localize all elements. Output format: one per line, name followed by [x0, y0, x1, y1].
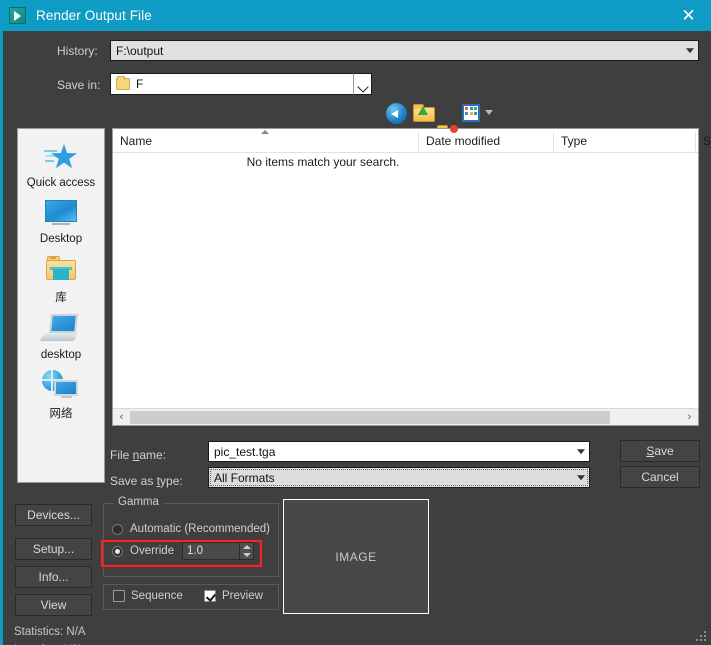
file-list[interactable]: Name Date modified Type S No items match… — [112, 128, 699, 426]
checkbox-icon-checked — [204, 590, 216, 602]
sidebar-item-desktop-computer[interactable]: desktop — [17, 311, 105, 361]
chevron-down-icon — [577, 449, 585, 454]
column-header-type[interactable]: Type — [554, 129, 695, 153]
gamma-override-stepper[interactable]: 1.0 — [182, 542, 254, 560]
history-row: History: F:\output — [0, 40, 711, 62]
cancel-button[interactable]: Cancel — [620, 466, 700, 488]
save-in-combobox[interactable]: F — [110, 73, 372, 95]
radio-icon-selected — [112, 546, 123, 557]
column-header-size[interactable]: S — [696, 129, 711, 153]
file-name-combobox[interactable]: pic_test.tga — [208, 441, 590, 462]
chevron-down-icon — [577, 475, 585, 480]
window-title: Render Output File — [36, 8, 152, 23]
image-preview-box[interactable]: IMAGE — [283, 499, 429, 614]
stepper-up-icon — [243, 545, 251, 549]
preview-label: Preview — [222, 590, 263, 602]
save-as-type-value: All Formats — [209, 471, 275, 485]
statistics-status: Statistics: N/A — [14, 626, 86, 638]
sidebar-item-desktop[interactable]: Desktop — [17, 195, 105, 245]
history-label: History: — [57, 44, 98, 58]
save-in-dropdown-button[interactable] — [353, 73, 372, 95]
sidebar-item-label: desktop — [17, 349, 105, 361]
desktop-monitor-icon — [17, 195, 105, 231]
history-value: F:\output — [111, 44, 163, 58]
sidebar-item-label: 库 — [17, 289, 105, 305]
resize-grip[interactable] — [696, 631, 708, 643]
info-button[interactable]: Info... — [15, 566, 92, 588]
gamma-override-radio[interactable]: Override — [112, 545, 174, 557]
devices-button[interactable]: Devices... — [15, 504, 92, 526]
scrollbar-thumb[interactable] — [130, 411, 610, 424]
network-globe-icon — [17, 367, 105, 403]
views-icon[interactable] — [462, 104, 480, 122]
radio-icon — [112, 524, 123, 535]
scroll-right-icon[interactable]: › — [681, 409, 698, 425]
close-icon[interactable]: ✕ — [666, 0, 711, 31]
file-list-horizontal-scrollbar[interactable]: ‹ › — [113, 408, 698, 425]
history-combobox[interactable]: F:\output — [110, 40, 699, 61]
file-name-value: pic_test.tga — [209, 445, 275, 459]
file-list-empty-message: No items match your search. — [113, 155, 533, 169]
gamma-group-box: Gamma Automatic (Recommended) Override 1… — [103, 503, 279, 577]
file-name-label: File name: — [110, 448, 166, 462]
scroll-left-icon[interactable]: ‹ — [113, 409, 130, 425]
app-icon — [9, 7, 26, 24]
dialog-body: History: F:\output Save in: F Quick ac — [0, 31, 711, 645]
gamma-group-label: Gamma — [114, 496, 163, 508]
back-icon[interactable] — [386, 103, 407, 124]
sort-ascending-icon — [261, 130, 269, 134]
save-as-type-combobox[interactable]: All Formats — [208, 467, 590, 488]
library-folder-icon — [17, 251, 105, 287]
image-preview-label: IMAGE — [335, 550, 376, 564]
stepper-buttons[interactable] — [239, 543, 253, 559]
up-one-level-icon[interactable] — [413, 103, 434, 124]
gamma-override-value: 1.0 — [183, 545, 203, 557]
gamma-automatic-radio[interactable]: Automatic (Recommended) — [112, 523, 270, 535]
laptop-icon — [17, 311, 105, 347]
save-in-label: Save in: — [57, 78, 100, 92]
gamma-override-label: Override — [130, 545, 174, 557]
folder-icon — [116, 78, 130, 90]
column-header-date-modified[interactable]: Date modified — [419, 129, 553, 153]
save-in-value: F — [136, 77, 143, 91]
sidebar-item-label: Quick access — [17, 177, 105, 189]
file-list-header: Name Date modified Type S — [113, 129, 698, 153]
save-in-row: Save in: F — [0, 73, 711, 97]
sidebar-item-network[interactable]: 网络 — [17, 367, 105, 421]
checkbox-icon — [113, 590, 125, 602]
view-button[interactable]: View — [15, 594, 92, 616]
save-button[interactable]: Save — [620, 440, 700, 462]
sequence-label: Sequence — [131, 590, 183, 602]
sidebar-item-library[interactable]: 库 — [17, 251, 105, 305]
sequence-checkbox[interactable]: Sequence — [113, 590, 183, 602]
stepper-down-icon — [243, 553, 251, 557]
window-left-accent-edge — [0, 31, 3, 645]
views-chevron-down-icon[interactable] — [485, 110, 493, 115]
quick-access-star-icon — [17, 139, 105, 175]
gamma-automatic-label: Automatic (Recommended) — [130, 523, 270, 535]
sidebar-item-label: 网络 — [17, 405, 105, 421]
chevron-down-icon — [686, 48, 694, 53]
setup-button[interactable]: Setup... — [15, 538, 92, 560]
save-as-type-label: Save as type: — [110, 474, 183, 488]
sidebar-item-quick-access[interactable]: Quick access — [17, 139, 105, 189]
title-bar: Render Output File ✕ — [0, 0, 711, 31]
options-group-box: Sequence Preview — [103, 584, 279, 610]
places-sidebar: Quick access Desktop 库 desktop 网络 — [17, 128, 105, 483]
preview-checkbox[interactable]: Preview — [204, 590, 263, 602]
sidebar-item-label: Desktop — [17, 233, 105, 245]
